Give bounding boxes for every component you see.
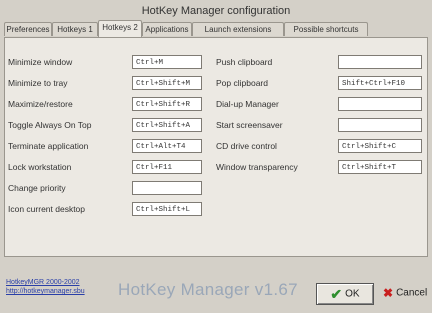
tab-launch-extensions[interactable]: Launch extensions — [192, 22, 284, 36]
ok-label: OK — [345, 288, 360, 300]
tab-hotkeys-1[interactable]: Hotkeys 1 — [52, 22, 98, 36]
tab-strip: Preferences Hotkeys 1 Hotkeys 2 Applicat… — [4, 20, 428, 38]
start-screensaver-field[interactable] — [338, 118, 422, 132]
lock-workstation-field[interactable]: Ctrl+F11 — [132, 160, 202, 174]
app-brand: HotKey Manager v1.67 — [118, 280, 298, 299]
field-label: Minimize to tray — [8, 78, 68, 88]
hotkeys-panel: Minimize window Ctrl+M Minimize to tray … — [4, 37, 428, 257]
tab-possible-shortcuts[interactable]: Possible shortcuts — [284, 22, 368, 36]
field-label: Toggle Always On Top — [8, 120, 92, 130]
field-label: Icon current desktop — [8, 204, 86, 214]
minimize-window-field[interactable]: Ctrl+M — [132, 55, 202, 69]
terminate-application-field[interactable]: Ctrl+Alt+T4 — [132, 139, 202, 153]
field-label: Start screensaver — [216, 120, 283, 130]
toggle-always-on-top-field[interactable]: Ctrl+Shift+A — [132, 118, 202, 132]
push-clipboard-field[interactable] — [338, 55, 422, 69]
tab-hotkeys-2[interactable]: Hotkeys 2 — [98, 20, 142, 37]
minimize-to-tray-field[interactable]: Ctrl+Shift+M — [132, 76, 202, 90]
field-label: Change priority — [8, 183, 66, 193]
website-link[interactable]: HotkeyMGR 2000-2002 http://hotkeymanager… — [6, 278, 85, 296]
copyright-text: HotkeyMGR 2000-2002 — [6, 279, 80, 286]
change-priority-field[interactable] — [132, 181, 202, 195]
cancel-button[interactable]: ✖ Cancel — [383, 283, 432, 305]
cancel-label: Cancel — [396, 287, 428, 299]
field-label: Minimize window — [8, 57, 73, 67]
check-icon: ✔ — [330, 286, 343, 302]
field-label: CD drive control — [216, 141, 277, 151]
config-window: HotKey Manager configuration Preferences… — [0, 0, 432, 313]
window-title: HotKey Manager configuration — [141, 5, 291, 17]
field-label: Pop clipboard — [216, 78, 268, 88]
field-label: Maximize/restore — [8, 99, 73, 109]
tab-preferences[interactable]: Preferences — [4, 22, 52, 36]
url-text: http://hotkeymanager.sbu — [6, 288, 85, 295]
tab-applications[interactable]: Applications — [142, 22, 192, 36]
window-transparency-field[interactable]: Ctrl+Shift+T — [338, 160, 422, 174]
icon-current-desktop-field[interactable]: Ctrl+Shift+L — [132, 202, 202, 216]
field-label: Dial-up Manager — [216, 99, 279, 109]
field-label: Lock workstation — [8, 162, 72, 172]
field-label: Push clipboard — [216, 57, 273, 67]
ok-button[interactable]: ✔ OK — [316, 283, 374, 305]
cd-drive-control-field[interactable]: Ctrl+Shift+C — [338, 139, 422, 153]
field-label: Terminate application — [8, 141, 89, 151]
dial-up-manager-field[interactable] — [338, 97, 422, 111]
close-icon: ✖ — [383, 286, 394, 300]
field-label: Window transparency — [216, 162, 298, 172]
maximize-restore-field[interactable]: Ctrl+Shift+R — [132, 97, 202, 111]
pop-clipboard-field[interactable]: Shift+Ctrl+F10 — [338, 76, 422, 90]
